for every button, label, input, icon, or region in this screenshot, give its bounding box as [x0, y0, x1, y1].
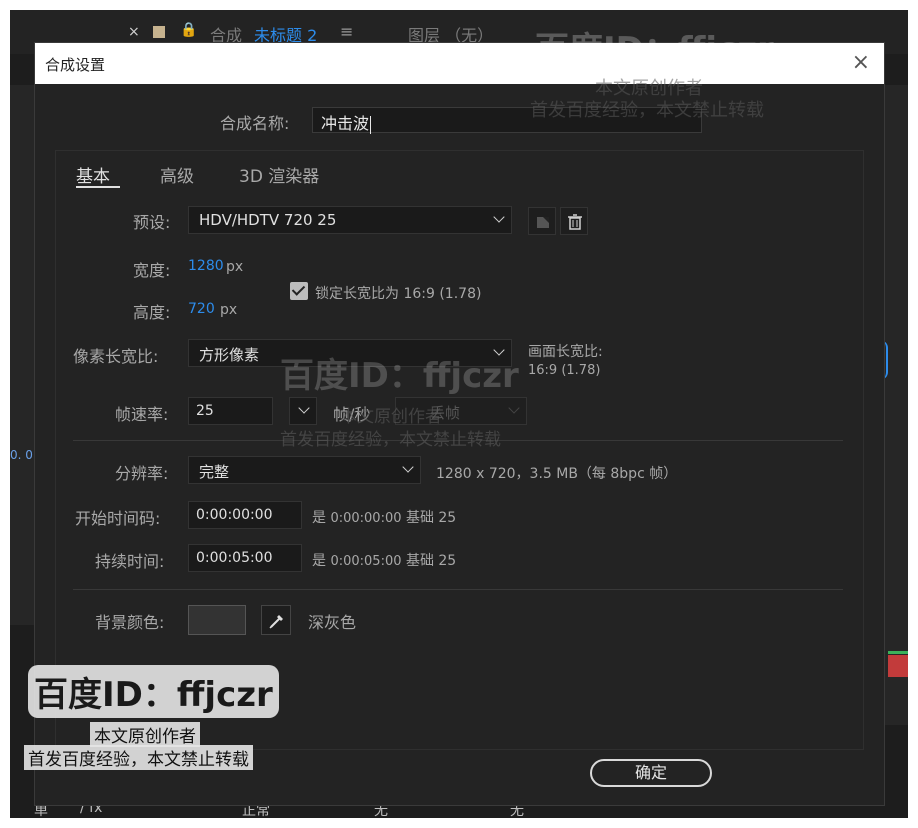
watermark-id-text: 百度ID：ffjczr — [535, 30, 774, 70]
chevron-down-icon — [493, 211, 505, 223]
watermark-id-text: 百度ID：ffjczr — [280, 356, 519, 396]
preset-dropdown[interactable]: HDV/HDTV 720 25 — [188, 206, 512, 234]
duration-info: 是 0:00:05:00 基础 25 — [312, 553, 457, 569]
bg-color-label: 背景颜色: — [95, 613, 165, 632]
save-preset-icon — [537, 217, 549, 228]
watermark-line-2: 首发百度经验，本文禁止转载 — [280, 430, 501, 450]
watermark-line-2: 首发百度经验，本文禁止转载 — [530, 100, 764, 121]
frame-aspect-value: 16:9 (1.78) — [528, 363, 601, 378]
chevron-down-icon — [508, 402, 520, 414]
lock-aspect-checkbox[interactable] — [290, 282, 308, 300]
watermark-line-1: 本文原创作者 — [90, 722, 200, 747]
watermark-line-2: 首发百度经验，本文禁止转载 — [24, 745, 253, 770]
preset-label: 预设: — [133, 213, 171, 232]
height-label: 高度: — [133, 303, 171, 322]
eyedropper-icon — [269, 615, 283, 629]
fps-label: 帧速率: — [115, 405, 169, 424]
width-label: 宽度: — [133, 261, 171, 280]
bg-color-name: 深灰色 — [308, 613, 357, 632]
width-unit: px — [226, 259, 244, 275]
right-panel-strip — [885, 85, 908, 725]
dialog-title: 合成设置 — [45, 56, 106, 74]
comp-name-label: 合成名称: — [220, 114, 290, 133]
tab-basic-underline — [76, 186, 120, 188]
start-timecode-input[interactable]: 0:00:00:00 — [188, 501, 302, 529]
height-value[interactable]: 720 — [188, 301, 215, 317]
bg-color-swatch[interactable] — [188, 605, 246, 635]
tab-3d-renderer[interactable]: 3D 渲染器 — [239, 162, 319, 187]
height-unit: px — [220, 302, 238, 318]
resolution-dropdown[interactable]: 完整 — [188, 456, 421, 484]
trash-icon — [568, 214, 582, 230]
resolution-info: 1280 x 720，3.5 MB（每 8bpc 帧） — [436, 466, 678, 482]
settings-panel — [55, 150, 864, 750]
chevron-down-icon — [298, 402, 310, 414]
resolution-label: 分辨率: — [115, 464, 169, 483]
close-icon[interactable]: × — [852, 51, 870, 75]
lock-icon[interactable]: 🔒 — [180, 22, 197, 38]
delete-preset-button[interactable] — [560, 207, 588, 235]
fps-preset-dropdown[interactable] — [289, 397, 317, 425]
save-preset-button[interactable] — [528, 207, 556, 235]
start-timecode-info: 是 0:00:00:00 基础 25 — [312, 510, 457, 526]
start-timecode-label: 开始时间码: — [75, 509, 161, 528]
text-caret — [370, 115, 372, 134]
duration-label: 持续时间: — [95, 552, 165, 571]
eyedropper-button[interactable] — [261, 605, 291, 635]
duration-input[interactable]: 0:00:05:00 — [188, 544, 302, 572]
ok-button[interactable]: 确定 — [590, 759, 712, 787]
comp-tab-close-icon[interactable]: × — [128, 24, 140, 40]
comp-tab-menu-icon[interactable]: ≡ — [340, 22, 353, 41]
section-divider — [73, 589, 843, 590]
watermark-line-1: 本文原创作者 — [340, 407, 442, 427]
left-panel-strip — [10, 85, 34, 625]
chevron-down-icon — [402, 461, 414, 473]
left-panel-value: 0. 0 — [10, 448, 33, 462]
tab-basic[interactable]: 基本 — [76, 162, 110, 187]
watermark-id-text: 百度ID：ffjczr — [28, 665, 279, 718]
comp-tab-color-swatch — [153, 26, 165, 38]
right-panel-green-bar — [888, 651, 908, 654]
fps-input[interactable]: 25 — [188, 397, 273, 425]
pixel-aspect-label: 像素长宽比: — [73, 347, 159, 366]
frame-aspect-label: 画面长宽比: — [528, 344, 603, 360]
right-panel-red-block — [888, 655, 908, 677]
lock-aspect-label: 锁定长宽比为 16:9 (1.78) — [315, 286, 482, 302]
width-value[interactable]: 1280 — [188, 258, 224, 274]
tab-advanced[interactable]: 高级 — [160, 162, 194, 187]
